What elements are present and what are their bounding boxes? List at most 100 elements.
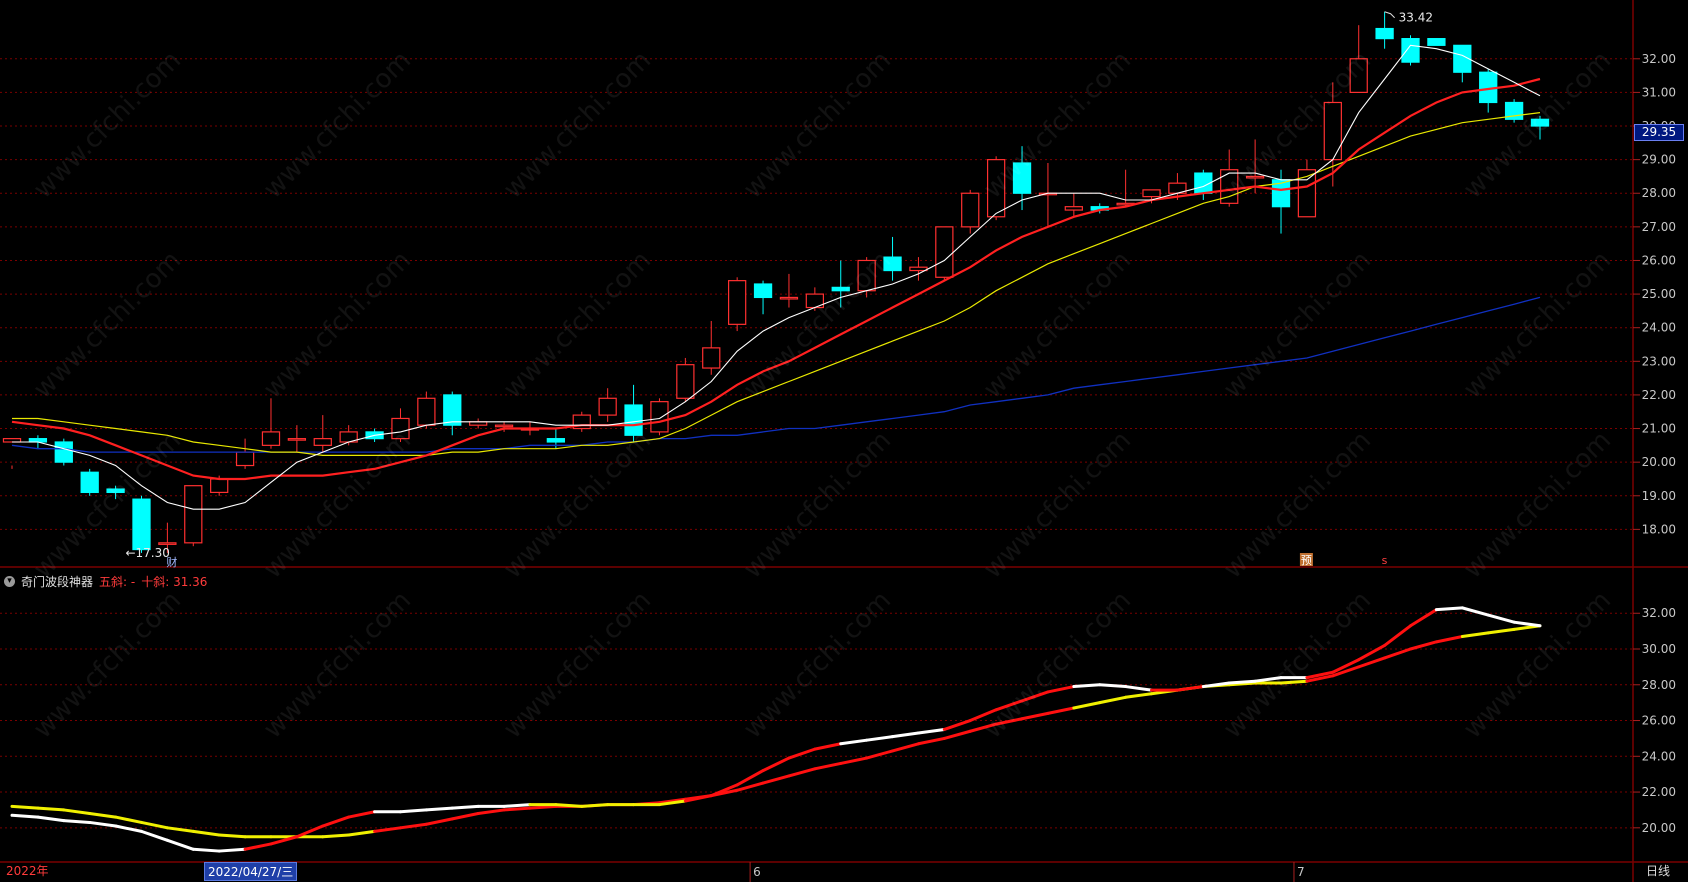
candle-body (54, 441, 73, 463)
y-tick-label: 28.00 (1642, 678, 1676, 692)
fast-line-segment (554, 803, 584, 808)
slow-line-segment (1486, 627, 1516, 635)
y-tick-label: 28.00 (1642, 186, 1676, 200)
forecast-marker: 预 (1301, 554, 1312, 567)
candle-body (728, 280, 747, 325)
fast-line-segment (1227, 679, 1257, 685)
slow-line-segment (761, 774, 791, 785)
slow-line-segment (1072, 701, 1102, 710)
slow-line-segment (1460, 631, 1490, 638)
candle-body (132, 498, 151, 551)
stock-chart[interactable]: 32.00 31.00 30.00 29.00 28.00 27.00 26.00 25.00… (0, 0, 1688, 882)
axes: 32.00 31.00 30.00 29.00 28.00 27.00 26.00 25.00… (0, 0, 1688, 882)
candle-body (650, 401, 669, 433)
slow-line-segment (476, 808, 506, 816)
y-tick-label: 20.00 (1642, 821, 1676, 835)
y-tick-label: 19.00 (1642, 489, 1676, 503)
candle-body (417, 397, 436, 426)
slow-line-segment (373, 826, 402, 833)
candle-body (935, 226, 954, 278)
candle-body (831, 286, 850, 292)
fast-line-segment (942, 719, 972, 731)
fast-line-segment (217, 847, 247, 853)
slow-line-segment (398, 822, 428, 830)
candle-body (106, 488, 125, 494)
y-tick-label: 24.00 (1642, 321, 1676, 335)
period-button[interactable]: 日线 (1646, 862, 1670, 879)
candle-body (1401, 38, 1420, 63)
slow-line-segment (1046, 706, 1076, 715)
fast-line-segment (839, 738, 869, 746)
fast-line-segment (994, 699, 1024, 712)
fast-line-segment (1383, 624, 1413, 647)
candlestick-panel[interactable]: 33.42 ←17.30财 预 s (2, 11, 1550, 569)
month-label: 7 (1297, 865, 1305, 879)
fast-line-label: 五斜: - (99, 574, 136, 589)
fast-line-segment (321, 815, 351, 828)
slow-line-segment (114, 815, 143, 824)
candle-body (598, 397, 617, 416)
y-tick-label: 26.00 (1642, 714, 1676, 728)
y-tick-label: 22.00 (1642, 388, 1676, 402)
candle-body (1530, 118, 1550, 127)
slow-line-segment (968, 722, 998, 733)
candle-body (909, 266, 928, 272)
month-label: 6 (753, 865, 761, 879)
high-price-label: 33.42 (1399, 11, 1433, 25)
cursor-date: 2022/04/27/三 (204, 862, 298, 881)
y-tick-label: 32.00 (1642, 606, 1676, 620)
finance-marker: 财 (166, 555, 177, 569)
candle-body (1349, 58, 1368, 93)
candle-body (779, 296, 799, 300)
slow-line-segment (916, 736, 946, 746)
y-tick-label: 25.00 (1642, 287, 1676, 301)
slow-line-label: 十斜: 31.36 (141, 574, 208, 589)
fast-line-segment (62, 819, 92, 824)
fast-line-segment (916, 727, 946, 735)
indicator-legend: ▾ 奇门波段神器 五斜: - 十斜: 31.36 (0, 572, 207, 590)
current-price-tag: 29.35 (1634, 124, 1684, 141)
slow-line-segment (502, 806, 532, 812)
fast-line-segment (424, 806, 454, 812)
candle-body (1375, 27, 1394, 40)
candle-body (443, 394, 462, 426)
slow-line-segment (62, 808, 92, 816)
slow-line-segment (88, 812, 118, 819)
fast-line-segment (191, 847, 221, 853)
high-pointer (1384, 11, 1395, 19)
y-tick-label: 26.00 (1642, 253, 1676, 267)
fast-line-segment (1046, 685, 1076, 694)
y-tick-label: 21.00 (1642, 422, 1676, 436)
candle-body (261, 431, 281, 446)
candle-body (624, 404, 643, 436)
fast-line-segment (1486, 613, 1516, 624)
fast-line-segment (761, 756, 791, 773)
y-tick-label: 30.00 (1642, 642, 1676, 656)
candle-body (1064, 206, 1083, 211)
fast-line-segment (36, 815, 66, 823)
indicator-name: 奇门波段神器 (21, 574, 94, 589)
fast-line-segment (347, 810, 377, 819)
slow-line-segment (942, 729, 972, 740)
candle-body (184, 485, 203, 544)
slow-line-segment (321, 833, 351, 839)
slow-line-segment (865, 749, 895, 760)
collapse-icon[interactable]: ▾ (4, 575, 15, 587)
y-tick-label: 20.00 (1642, 455, 1676, 469)
candle-body (494, 424, 514, 428)
candle-body (883, 256, 902, 272)
fast-line-segment (865, 735, 895, 742)
candle-body (1245, 175, 1265, 179)
slow-line-segment (139, 820, 169, 830)
candle-body (235, 451, 255, 467)
slow-line-segment (217, 833, 247, 839)
slow-line-segment (1434, 634, 1464, 644)
fast-line-segment (10, 813, 40, 819)
fast-line-segment (968, 708, 998, 723)
candle-body (753, 283, 773, 299)
candle-body (313, 438, 332, 446)
fast-line-segment (1175, 685, 1205, 692)
fast-line-segment (1072, 683, 1102, 689)
fast-line-segment (1020, 690, 1050, 703)
indicator-panel[interactable] (10, 606, 1542, 853)
